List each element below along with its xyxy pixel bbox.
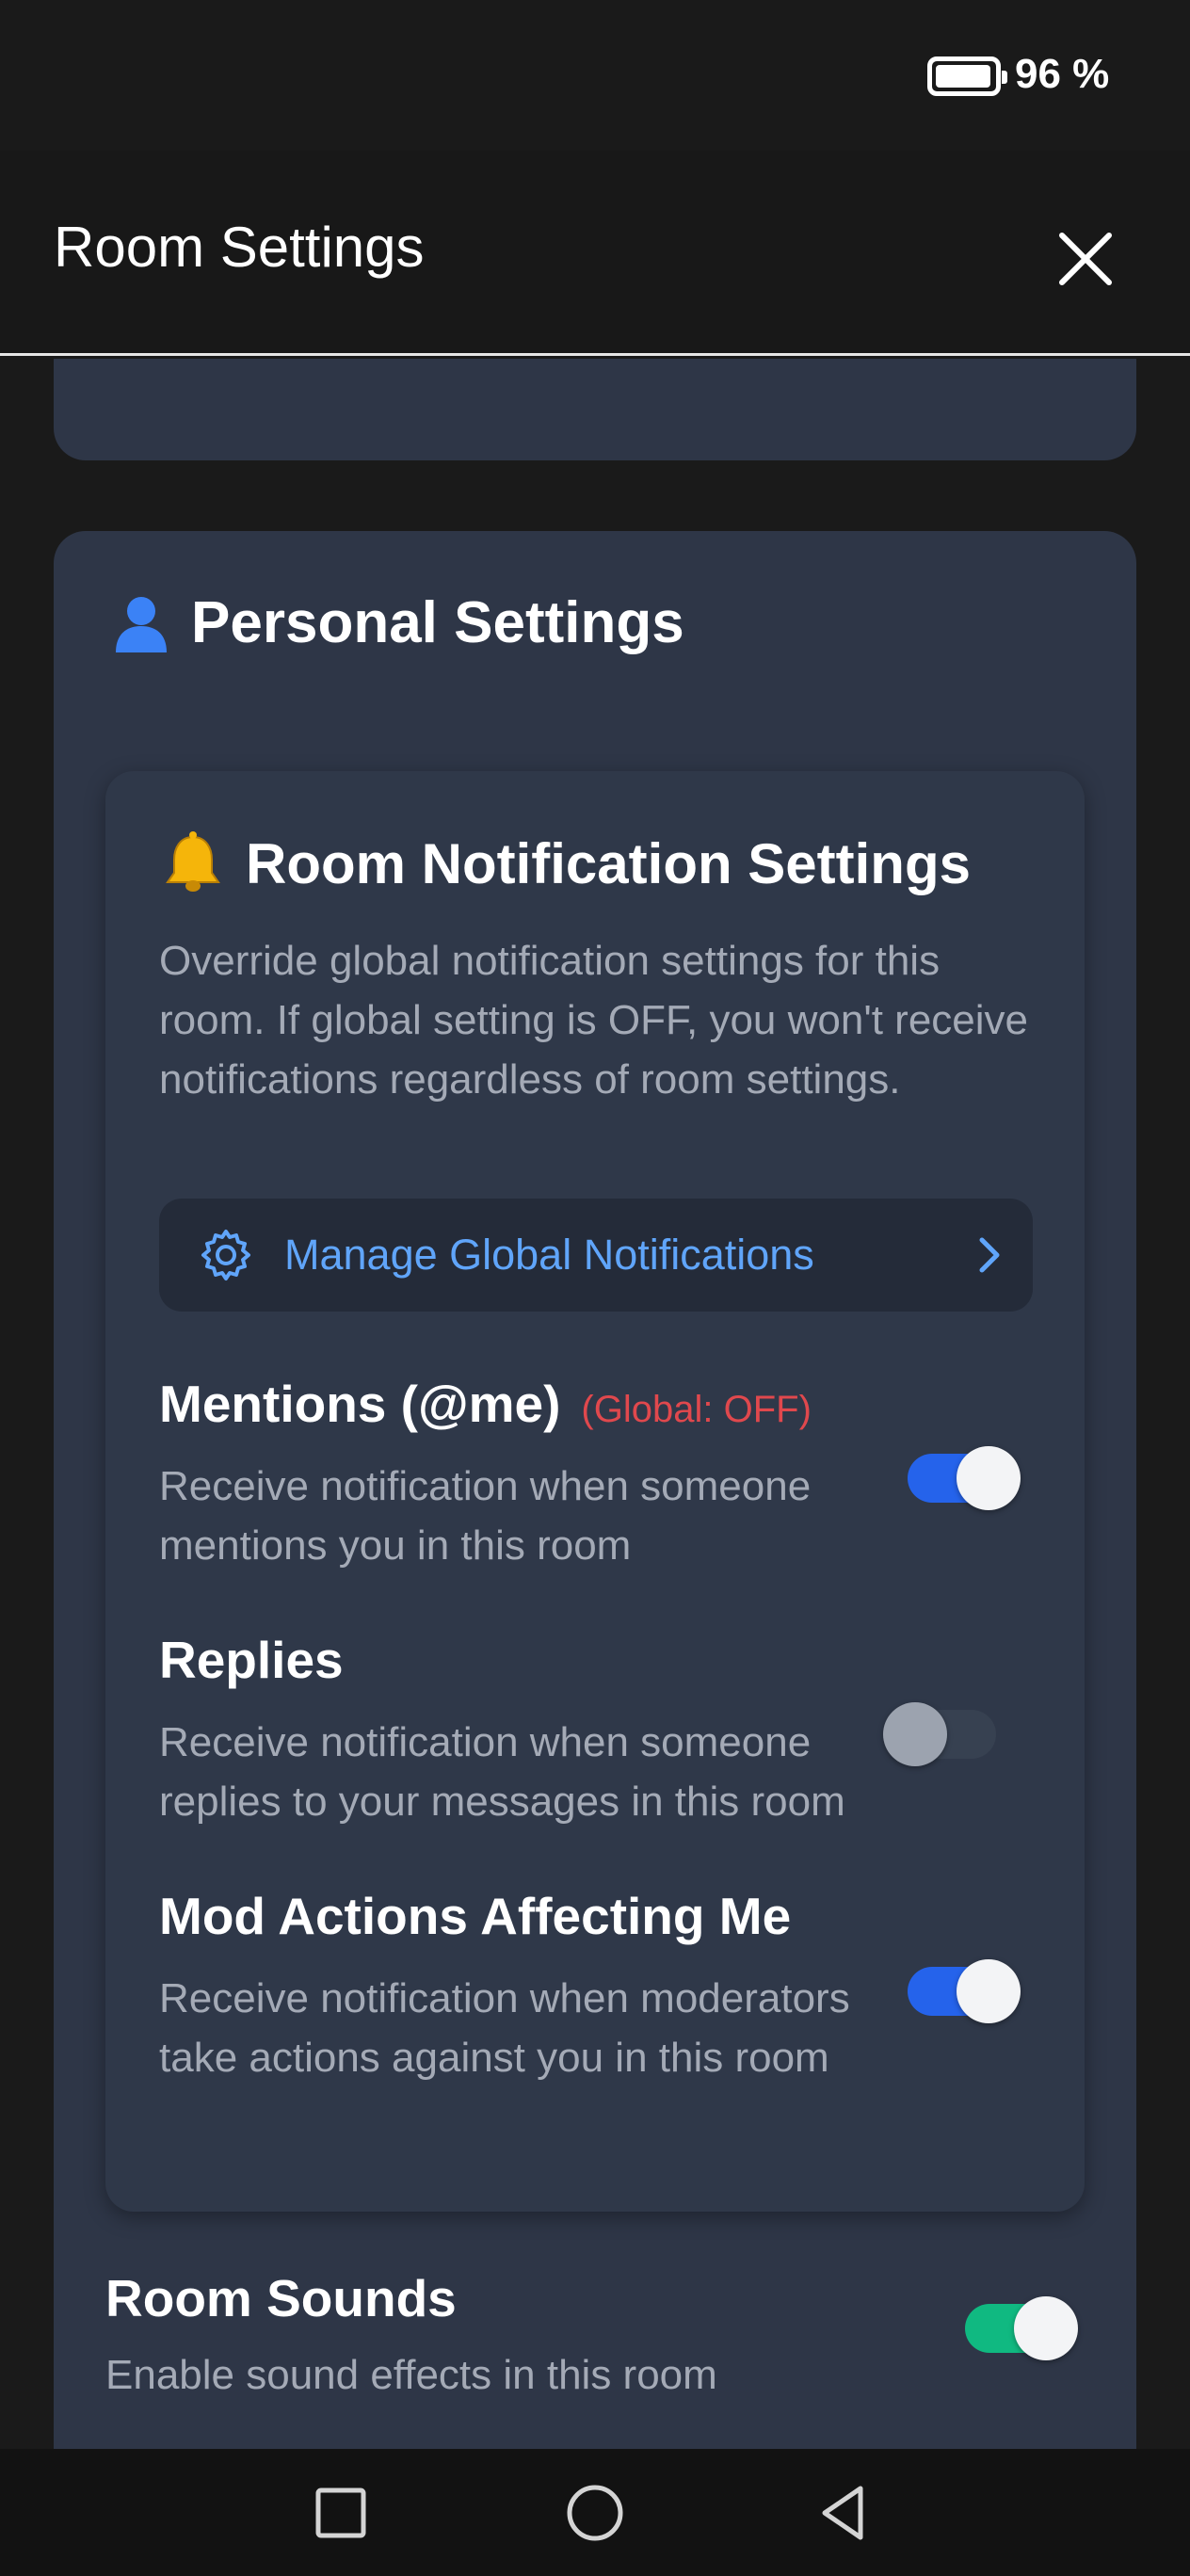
page-title: Room Settings bbox=[54, 216, 425, 279]
battery-icon bbox=[927, 56, 1007, 96]
room-sounds-description: Enable sound effects in this room bbox=[105, 2352, 717, 2398]
recents-square-icon bbox=[315, 2487, 366, 2538]
global-status-note: (Global: OFF) bbox=[581, 1389, 812, 1430]
battery-percentage: 96 % bbox=[1015, 51, 1110, 97]
chevron-right-icon bbox=[979, 1237, 1000, 1273]
manage-global-notifications-label: Manage Global Notifications bbox=[284, 1231, 814, 1279]
manage-global-notifications-button[interactable]: Manage Global Notifications bbox=[159, 1199, 1033, 1312]
close-icon bbox=[1059, 233, 1112, 285]
room-sounds-setting-row: Room Sounds Enable sound effects in this… bbox=[105, 2268, 1047, 2405]
bell-icon bbox=[166, 831, 220, 892]
replies-setting-title: Replies bbox=[159, 1631, 344, 1689]
battery-fill bbox=[936, 65, 990, 88]
mentions-setting-description: Receive notification when someone mentio… bbox=[159, 1463, 812, 1569]
system-nav-bar bbox=[0, 2449, 1190, 2576]
toggle-knob bbox=[957, 1446, 1021, 1510]
header: Room Settings bbox=[0, 151, 1190, 356]
mentions-label: Mentions (@me) bbox=[159, 1375, 561, 1433]
mentions-toggle[interactable] bbox=[908, 1446, 1021, 1510]
toggle-knob bbox=[1014, 2296, 1078, 2360]
personal-settings-title: Personal Settings bbox=[191, 590, 684, 655]
back-button[interactable] bbox=[815, 2483, 876, 2543]
recents-button[interactable] bbox=[311, 2483, 371, 2543]
home-button[interactable] bbox=[565, 2483, 625, 2543]
room-sounds-title: Room Sounds bbox=[105, 2269, 457, 2327]
toggle-knob bbox=[883, 1702, 947, 1766]
personal-settings-card: Personal Settings Room Notification Sett… bbox=[54, 531, 1136, 2449]
gear-icon bbox=[201, 1230, 250, 1280]
status-bar: 96 % bbox=[0, 0, 1190, 151]
home-circle-icon bbox=[567, 2485, 623, 2541]
room-notification-description: Override global notification settings fo… bbox=[159, 938, 1029, 1103]
mod-actions-setting-title: Mod Actions Affecting Me bbox=[159, 1887, 792, 1945]
room-notification-title: Room Notification Settings bbox=[246, 831, 971, 895]
settings-scroll-area[interactable]: Personal Settings Room Notification Sett… bbox=[0, 359, 1190, 2449]
previous-section-card bbox=[54, 359, 1136, 460]
mod-actions-toggle[interactable] bbox=[908, 1959, 1021, 2023]
room-notification-settings-panel: Room Notification Settings Override glob… bbox=[105, 771, 1085, 2212]
replies-setting-description: Receive notification when someone replie… bbox=[159, 1719, 845, 1825]
person-icon bbox=[116, 596, 167, 652]
mentions-setting-title: Mentions (@me) (Global: OFF) bbox=[159, 1374, 1044, 1434]
toggle-knob bbox=[957, 1959, 1021, 2023]
room-notification-heading: Room Notification Settings bbox=[159, 829, 971, 897]
replies-toggle[interactable] bbox=[883, 1702, 996, 1766]
personal-settings-heading: Personal Settings bbox=[110, 589, 684, 656]
back-triangle-icon bbox=[822, 2486, 863, 2540]
room-sounds-toggle[interactable] bbox=[965, 2296, 1078, 2360]
close-button[interactable] bbox=[1054, 228, 1117, 290]
mod-actions-setting-description: Receive notification when moderators tak… bbox=[159, 1975, 850, 2081]
